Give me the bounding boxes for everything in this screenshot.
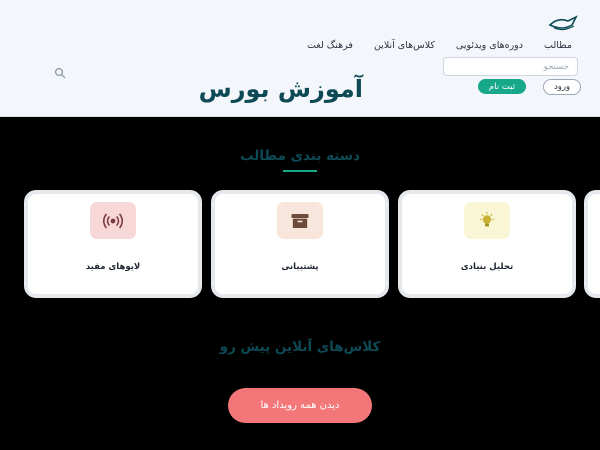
category-label: پشتیبانی [281,262,319,272]
login-button[interactable]: ورود [543,79,581,95]
nav-item-articles[interactable]: مطالب [544,40,572,51]
archive-box-icon [277,202,323,239]
category-label: تحلیل بنیادی [460,262,514,272]
signup-button[interactable]: ثبت نام [478,79,526,94]
category-label: لایوهای مفید [85,262,141,272]
site-header: مطالب دوره‌های ویدئویی کلاس‌های آنلاین ف… [0,0,600,117]
category-card-fundamental-analysis[interactable]: تحلیل بنیادی [398,190,576,298]
logo-icon[interactable] [548,14,578,34]
events-title: کلاس‌های آنلاین پیش رو [219,339,381,355]
lightbulb-icon [464,202,510,239]
search-input[interactable] [443,57,578,76]
broadcast-icon [90,202,136,239]
categories-title-underline [283,170,317,172]
main-nav: مطالب دوره‌های ویدئویی کلاس‌های آنلاین ف… [307,40,572,51]
nav-item-video-courses[interactable]: دوره‌های ویدئویی [456,40,523,51]
page-title: آموزش بورس [198,75,363,103]
nav-item-glossary[interactable]: فرهنگ لغت [307,40,353,51]
search-icon[interactable] [54,67,66,79]
categories-title: دسته بندی مطالب [240,148,360,164]
view-all-events-button[interactable]: دیدن همه رویداد ها [228,388,372,423]
category-card-partial[interactable] [584,190,600,298]
category-card-useful-lives[interactable]: لایوهای مفید [24,190,202,298]
category-card-support[interactable]: پشتیبانی [211,190,389,298]
nav-item-online-classes[interactable]: کلاس‌های آنلاین [374,40,435,51]
